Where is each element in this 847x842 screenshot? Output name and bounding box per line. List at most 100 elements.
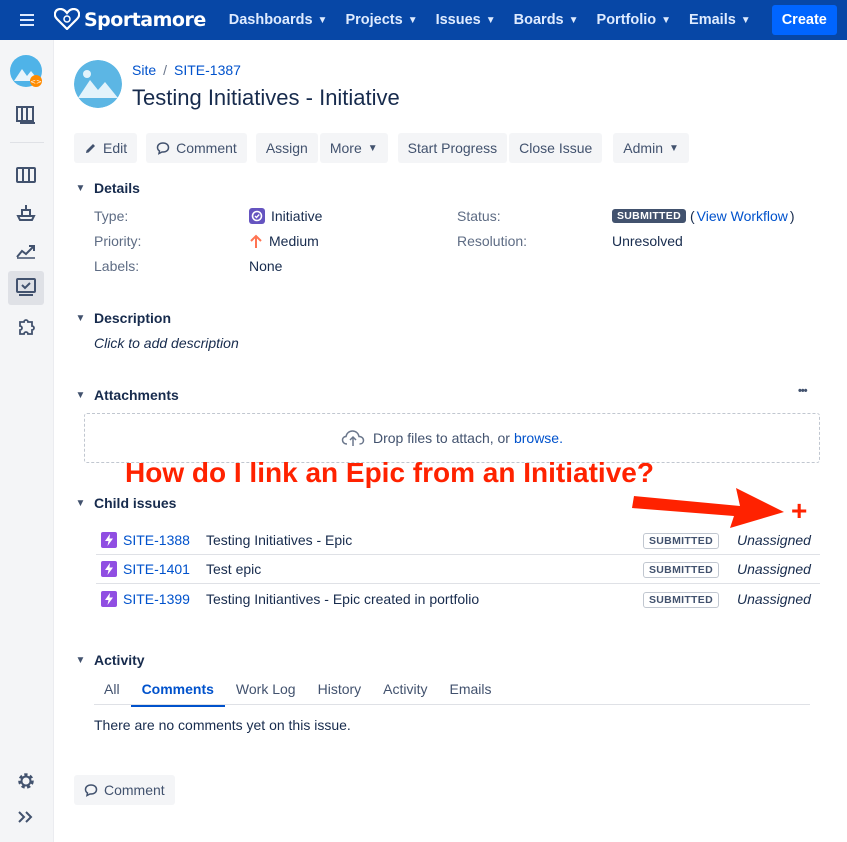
type-value-text: Initiative — [271, 208, 323, 224]
initiative-icon — [249, 208, 265, 224]
admin-button[interactable]: Admin ▼ — [613, 133, 689, 163]
nav-dashboards-label: Dashboards — [228, 12, 313, 28]
brand-name: Sportamore — [84, 9, 206, 31]
activity-heading: Activity — [94, 652, 145, 668]
releases-icon[interactable] — [8, 196, 44, 230]
labels-value[interactable]: None — [249, 258, 282, 274]
child-status-badge: SUBMITTED — [643, 591, 719, 608]
create-button[interactable]: Create — [771, 5, 837, 35]
chevron-down-icon: ▼ — [668, 142, 679, 154]
chevron-down-icon: ▼ — [317, 14, 328, 26]
details-heading: Details — [94, 180, 140, 196]
board-icon[interactable] — [8, 158, 44, 192]
menu-icon[interactable] — [0, 0, 54, 40]
type-value: Initiative — [249, 208, 322, 224]
project-sidebar: <> — [0, 40, 54, 842]
chevron-down-icon: ▼ — [740, 14, 751, 26]
chevron-down-icon: ▼ — [75, 312, 86, 324]
child-issue-assignee: Unassigned — [737, 532, 811, 548]
description-field[interactable]: Click to add description — [94, 335, 239, 351]
child-issue-key[interactable]: SITE-1388 — [123, 532, 200, 548]
close-issue-button[interactable]: Close Issue — [509, 133, 603, 163]
cloud-upload-icon — [341, 430, 365, 446]
issues-icon[interactable] — [8, 271, 44, 305]
pencil-icon — [86, 143, 95, 153]
epic-icon — [101, 590, 117, 607]
backlog-icon[interactable] — [8, 98, 44, 132]
priority-value: Medium — [249, 233, 319, 249]
child-issues-section-toggle[interactable]: ▼ Child issues — [74, 495, 177, 511]
project-avatar[interactable] — [74, 60, 122, 108]
admin-label: Admin — [623, 140, 663, 156]
sidebar-divider — [10, 142, 44, 143]
add-comment-label: Comment — [104, 782, 165, 798]
view-workflow-link[interactable]: View Workflow — [697, 208, 788, 224]
edit-button[interactable]: Edit — [74, 133, 138, 163]
add-child-issue-button[interactable]: + — [791, 497, 807, 525]
browse-link[interactable]: browse. — [514, 430, 563, 446]
expand-sidebar-icon[interactable] — [8, 800, 44, 834]
nav-projects[interactable]: Projects ▼ — [336, 0, 426, 40]
priority-label: Priority: — [94, 233, 142, 249]
comment-icon — [156, 142, 170, 155]
assign-button[interactable]: Assign — [255, 133, 318, 163]
add-comment-button[interactable]: Comment — [74, 775, 175, 805]
epic-icon — [101, 561, 117, 577]
child-issue-key[interactable]: SITE-1399 — [123, 591, 200, 607]
chevron-down-icon: ▼ — [568, 14, 579, 26]
child-issue-summary[interactable]: Testing Initiatives - Epic — [206, 532, 643, 548]
description-section-toggle[interactable]: ▼ Description — [74, 310, 171, 326]
issue-toolbar: Edit Comment Assign More ▼ Start Progres… — [74, 133, 689, 163]
attachments-heading: Attachments — [94, 387, 179, 403]
breadcrumb-project-link[interactable]: Site — [132, 62, 156, 78]
attachment-dropzone[interactable]: Drop files to attach, or browse. — [84, 413, 820, 463]
chevron-down-icon: ▼ — [661, 14, 672, 26]
nav-projects-label: Projects — [345, 12, 403, 28]
nav-emails-label: Emails — [689, 12, 736, 28]
drop-text: Drop files to attach, or — [373, 430, 510, 446]
child-issue-key[interactable]: SITE-1401 — [123, 561, 200, 577]
chevron-down-icon: ▼ — [75, 497, 86, 509]
nav-portfolio-label: Portfolio — [596, 12, 657, 28]
brand-heart-icon — [53, 7, 81, 33]
nav-dashboards[interactable]: Dashboards ▼ — [220, 0, 337, 40]
child-issue-summary[interactable]: Test epic — [206, 561, 643, 577]
details-section-toggle[interactable]: ▼ Details — [74, 180, 140, 196]
chevron-down-icon: ▼ — [75, 182, 86, 194]
child-issue-summary[interactable]: Testing Initiantives - Epic created in p… — [206, 591, 643, 607]
nav-boards[interactable]: Boards ▼ — [505, 0, 588, 40]
resolution-label: Resolution: — [457, 233, 528, 249]
more-label: More — [329, 140, 362, 156]
svg-text:<>: <> — [30, 78, 42, 86]
breadcrumb-issue-key-link[interactable]: SITE-1387 — [174, 62, 241, 78]
activity-section-toggle[interactable]: ▼ Activity — [74, 652, 145, 668]
chevron-down-icon: ▼ — [407, 14, 418, 26]
issue-title[interactable]: Testing Initiatives - Initiative — [132, 85, 400, 111]
child-issues-heading: Child issues — [94, 495, 177, 511]
status-label: Status: — [457, 208, 501, 224]
child-issue-row[interactable]: SITE-1401 Test epic SUBMITTED Unassigned — [96, 555, 820, 584]
reports-icon[interactable] — [8, 234, 44, 268]
comment-button[interactable]: Comment — [146, 133, 247, 163]
breadcrumb-separator: / — [163, 62, 168, 78]
child-status-badge: SUBMITTED — [643, 533, 719, 549]
top-navigation: Sportamore Dashboards ▼ Projects ▼ Issues ▼… — [0, 0, 847, 40]
settings-icon[interactable] — [8, 764, 44, 798]
nav-emails[interactable]: Emails ▼ — [680, 0, 760, 40]
nav-portfolio[interactable]: Portfolio ▼ — [588, 0, 681, 40]
attachments-section-toggle[interactable]: ▼ Attachments — [74, 387, 179, 403]
nav-issues[interactable]: Issues ▼ — [427, 0, 505, 40]
project-avatar-icon[interactable]: <> — [8, 54, 44, 88]
addons-icon[interactable] — [8, 310, 44, 344]
priority-value-text: Medium — [269, 233, 319, 249]
child-issue-row[interactable]: SITE-1399 Testing Initiantives - Epic cr… — [96, 584, 820, 613]
start-progress-button[interactable]: Start Progress — [397, 133, 508, 163]
attachments-more-icon[interactable]: ••• — [798, 385, 808, 397]
description-heading: Description — [94, 310, 172, 326]
annotation-arrow-icon — [632, 488, 784, 528]
no-comments-text: There are no comments yet on this issue. — [94, 717, 351, 733]
breadcrumb: Site / SITE-1387 — [132, 62, 241, 78]
brand-logo[interactable]: Sportamore — [53, 7, 206, 33]
status-badge: SUBMITTED — [612, 209, 686, 223]
more-button[interactable]: More ▼ — [319, 133, 388, 163]
